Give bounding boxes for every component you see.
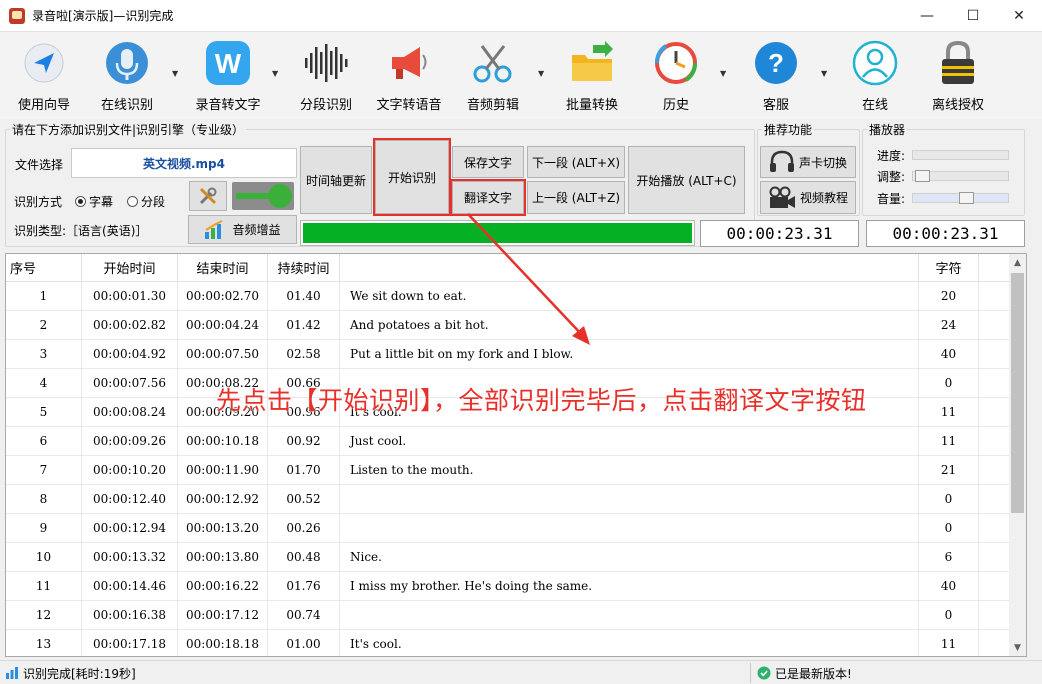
status-bar: 识别完成[耗时:19秒] 已是最新版本! [0, 660, 1042, 684]
status-chart-icon [6, 667, 18, 679]
cloud-check-icon [757, 666, 771, 680]
annotation-caption: 先点击【开始识别】，全部识别完毕后，点击翻译文字按钮 [216, 386, 867, 415]
status-right: 已是最新版本! [757, 661, 852, 684]
status-divider [750, 663, 751, 683]
annotation-arrow [467, 213, 590, 345]
status-left: 识别完成[耗时:19秒] [5, 661, 136, 684]
